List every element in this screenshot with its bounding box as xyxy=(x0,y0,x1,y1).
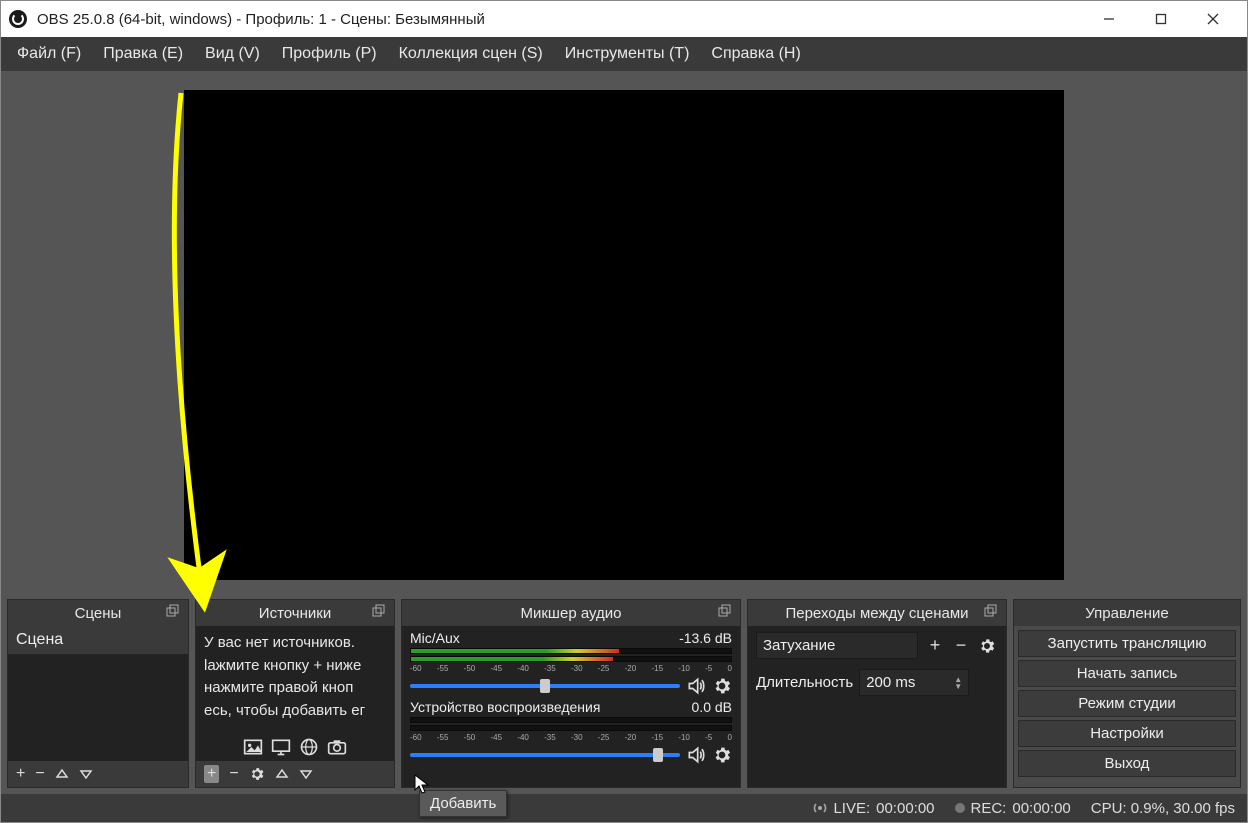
statusbar: LIVE: 00:00:00 REC: 00:00:00 CPU: 0.9%, … xyxy=(1,794,1247,822)
settings-button[interactable]: Настройки xyxy=(1018,720,1236,747)
menu-profile[interactable]: Профиль (P) xyxy=(272,39,387,69)
source-down-button[interactable] xyxy=(299,767,313,781)
dock-controls-title: Управление xyxy=(1085,605,1168,622)
transitions-body: Затухание + − Длительность 200 ms ▲▼ xyxy=(748,626,1006,787)
menu-file[interactable]: Файл (F) xyxy=(7,39,91,69)
dock-transitions: Переходы между сценами Затухание + − xyxy=(747,599,1007,788)
mixer-body: Mic/Aux -13.6 dB -60-55-50-45-40-35-30-2… xyxy=(402,626,740,787)
gear-icon[interactable] xyxy=(712,745,732,765)
scene-up-button[interactable] xyxy=(55,767,69,781)
camera-icon xyxy=(326,737,348,757)
source-up-button[interactable] xyxy=(275,767,289,781)
display-icon xyxy=(270,737,292,757)
tooltip: Добавить xyxy=(419,790,507,817)
popout-icon[interactable] xyxy=(718,604,734,620)
meter xyxy=(410,648,732,654)
scene-item[interactable]: Сцена xyxy=(8,626,188,654)
status-cpu: CPU: 0.9%, 30.00 fps xyxy=(1091,800,1235,817)
menu-help[interactable]: Справка (H) xyxy=(701,39,810,69)
dock-scenes-title: Сцены xyxy=(75,605,122,622)
scene-add-button[interactable]: + xyxy=(16,765,25,783)
menu-tools[interactable]: Инструменты (T) xyxy=(555,39,700,69)
menu-scene-collection[interactable]: Коллекция сцен (S) xyxy=(389,39,553,69)
menubar: Файл (F) Правка (E) Вид (V) Профиль (P) … xyxy=(1,37,1247,71)
transition-settings-button[interactable] xyxy=(976,635,998,657)
track-db: 0.0 dB xyxy=(692,699,732,715)
status-rec: REC: 00:00:00 xyxy=(955,800,1071,817)
preview-area xyxy=(1,71,1247,599)
volume-slider[interactable] xyxy=(410,684,680,688)
transition-add-button[interactable]: + xyxy=(924,635,946,657)
track-db: -13.6 dB xyxy=(679,630,732,646)
source-settings-button[interactable] xyxy=(249,766,265,782)
dock-transitions-header[interactable]: Переходы между сценами xyxy=(748,600,1006,626)
meter xyxy=(410,717,732,723)
dock-controls: Управление Запустить трансляцию Начать з… xyxy=(1013,599,1241,788)
controls-body: Запустить трансляцию Начать запись Режим… xyxy=(1014,626,1240,787)
scenes-list[interactable]: Сцена xyxy=(8,626,188,761)
dock-sources: Источники У вас нет источников. lажмите … xyxy=(195,599,395,788)
dock-sources-header[interactable]: Источники xyxy=(196,600,394,626)
duration-spinbox[interactable]: 200 ms ▲▼ xyxy=(859,669,969,696)
obs-logo-icon xyxy=(9,10,27,28)
scene-down-button[interactable] xyxy=(79,767,93,781)
source-remove-button[interactable]: − xyxy=(229,765,238,783)
preview-canvas[interactable] xyxy=(184,90,1064,580)
dock-transitions-title: Переходы между сценами xyxy=(785,605,968,622)
track-name: Mic/Aux xyxy=(410,630,460,646)
meter xyxy=(410,725,732,731)
mixer-track-playback: Устройство воспроизведения 0.0 dB -60-55… xyxy=(410,699,732,765)
gear-icon[interactable] xyxy=(712,676,732,696)
scene-remove-button[interactable]: − xyxy=(35,765,44,783)
duration-label: Длительность xyxy=(756,674,853,691)
meter xyxy=(410,656,732,662)
dock-mixer-header[interactable]: Микшер аудио xyxy=(402,600,740,626)
mixer-track-mic: Mic/Aux -13.6 dB -60-55-50-45-40-35-30-2… xyxy=(410,630,732,696)
dock-scenes-header[interactable]: Сцены xyxy=(8,600,188,626)
speaker-icon[interactable] xyxy=(686,745,706,765)
transition-remove-button[interactable]: − xyxy=(950,635,972,657)
transition-select[interactable]: Затухание xyxy=(756,632,918,659)
status-live: LIVE: 00:00:00 xyxy=(813,800,934,817)
sources-hint: У вас нет источников. lажмите кнопку + н… xyxy=(196,626,394,728)
dock-mixer: Микшер аудио Mic/Aux -13.6 dB -60-55-50-… xyxy=(401,599,741,788)
menu-view[interactable]: Вид (V) xyxy=(195,39,270,69)
window-title: OBS 25.0.8 (64-bit, windows) - Профиль: … xyxy=(37,11,485,28)
dock-mixer-title: Микшер аудио xyxy=(521,605,622,622)
sources-list[interactable]: У вас нет источников. lажмите кнопку + н… xyxy=(196,626,394,761)
track-name: Устройство воспроизведения xyxy=(410,699,600,715)
meter-ticks: -60-55-50-45-40-35-30-25-20-15-10-50 xyxy=(410,733,732,743)
image-icon xyxy=(242,737,264,757)
menu-edit[interactable]: Правка (E) xyxy=(93,39,193,69)
sources-hint-icons xyxy=(242,737,348,757)
popout-icon[interactable] xyxy=(372,604,388,620)
globe-icon xyxy=(298,737,320,757)
start-stream-button[interactable]: Запустить трансляцию xyxy=(1018,630,1236,657)
sources-toolbar: + − Добавить xyxy=(196,761,394,787)
exit-button[interactable]: Выход xyxy=(1018,750,1236,777)
speaker-icon[interactable] xyxy=(686,676,706,696)
rec-dot-icon xyxy=(955,803,965,813)
broadcast-icon xyxy=(813,801,827,815)
volume-slider[interactable] xyxy=(410,753,680,757)
maximize-button[interactable] xyxy=(1135,1,1187,37)
source-add-button[interactable]: + xyxy=(204,765,219,783)
popout-icon[interactable] xyxy=(166,604,182,620)
content-area: Сцены Сцена + − Источники xyxy=(1,71,1247,794)
popout-icon[interactable] xyxy=(984,604,1000,620)
scenes-toolbar: + − xyxy=(8,761,188,787)
dock-sources-title: Источники xyxy=(259,605,331,622)
titlebar[interactable]: OBS 25.0.8 (64-bit, windows) - Профиль: … xyxy=(1,1,1247,37)
dock-scenes: Сцены Сцена + − xyxy=(7,599,189,788)
meter-ticks: -60-55-50-45-40-35-30-25-20-15-10-50 xyxy=(410,664,732,674)
studio-mode-button[interactable]: Режим студии xyxy=(1018,690,1236,717)
close-button[interactable] xyxy=(1187,1,1239,37)
minimize-button[interactable] xyxy=(1083,1,1135,37)
dock-controls-header[interactable]: Управление xyxy=(1014,600,1240,626)
start-record-button[interactable]: Начать запись xyxy=(1018,660,1236,687)
